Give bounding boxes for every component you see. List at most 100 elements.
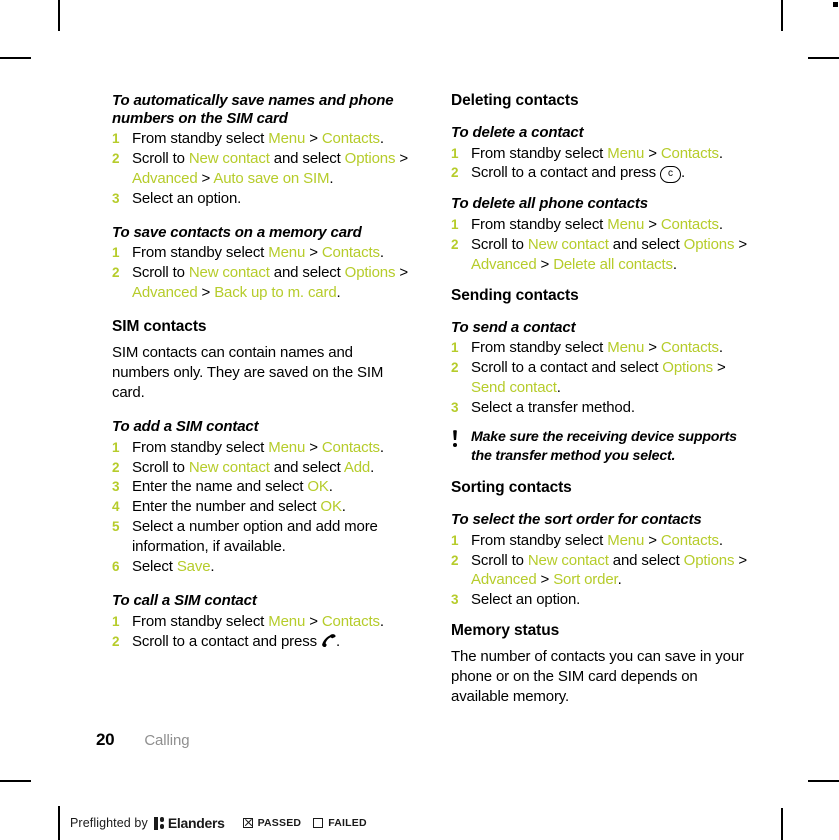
checkbox-checked-icon — [242, 818, 253, 828]
body-text: > — [712, 359, 726, 377]
menu-term: Menu — [607, 216, 645, 234]
crop-mark-bottom-right-horizontal — [808, 780, 839, 782]
menu-term: Options — [683, 235, 735, 253]
procedure-step: Scroll to a contact and press c. — [451, 163, 752, 184]
procedure-step: From standby select Menu > Contacts. — [451, 215, 752, 235]
procedure-heading: To save contacts on a memory card — [112, 223, 362, 241]
body-text: Enter the name and select — [132, 478, 308, 496]
body-text: . — [329, 169, 334, 187]
body-text: and select — [608, 551, 684, 569]
procedure-step: Scroll to a contact and press . — [112, 632, 413, 652]
elanders-logo: Elanders — [153, 815, 225, 831]
procedure-step: Select a transfer method. — [451, 398, 752, 418]
body-text: > — [644, 531, 661, 549]
body-text: > — [305, 244, 322, 262]
body-text: From standby select — [132, 244, 269, 262]
body-text: > — [644, 216, 661, 234]
body-text: . — [718, 531, 723, 549]
menu-term: Menu — [607, 339, 645, 357]
procedure-step: From standby select Menu > Contacts. — [451, 531, 752, 551]
left-column: To automatically save names and phone nu… — [112, 92, 413, 709]
body-text: . — [210, 558, 215, 576]
paragraph: The number of contacts you can save in y… — [451, 648, 744, 706]
body-text: Scroll to — [471, 551, 528, 569]
body-text: > — [644, 339, 661, 357]
body-text: Scroll to a contact and press — [471, 164, 660, 182]
menu-term: Options — [344, 264, 396, 282]
body-text: From standby select — [471, 339, 608, 357]
procedure-heading: To add a SIM contact — [112, 418, 259, 436]
body-text: Scroll to — [132, 264, 189, 282]
procedure-step: Scroll to New contact and select Options… — [112, 263, 413, 303]
elanders-wordmark: Elanders — [167, 815, 225, 831]
body-text: > — [197, 169, 214, 187]
procedure-step: From standby select Menu > Contacts. — [112, 129, 413, 149]
procedure-step: Select a number option and add more info… — [112, 517, 413, 557]
body-text: > — [305, 438, 322, 456]
menu-term: Contacts — [660, 216, 719, 234]
menu-term: OK — [320, 498, 342, 516]
body-text: . — [379, 130, 384, 148]
body-text: . — [370, 458, 375, 476]
chapter-name: Calling — [144, 732, 190, 749]
body-text: > — [644, 144, 661, 162]
paragraph: SIM contacts can contain names and numbe… — [112, 344, 384, 402]
body-text: . — [617, 571, 622, 589]
body-text: Scroll to a contact and select — [471, 359, 663, 377]
menu-term: Send contact — [471, 379, 557, 397]
preflight-passed: PASSED — [242, 817, 302, 829]
procedure-step: Select Save. — [112, 557, 413, 577]
procedure-steps: From standby select Menu > Contacts. Scro… — [112, 438, 413, 578]
note-block: Make sure the receiving device supports … — [451, 428, 752, 465]
procedure-step: From standby select Menu > Contacts. — [451, 338, 752, 358]
procedure-step: Enter the number and select OK. — [112, 497, 413, 517]
body-text: . — [718, 144, 723, 162]
menu-term: OK — [307, 478, 329, 496]
menu-term: Options — [683, 551, 735, 569]
crop-mark-top-left-horizontal — [0, 57, 31, 59]
procedure-heading: To call a SIM contact — [112, 592, 257, 610]
body-text: > — [395, 150, 408, 168]
body-text: and select — [608, 235, 684, 253]
body-text: > — [395, 264, 408, 282]
body-text: Enter the number and select — [132, 498, 321, 516]
body-text: . — [718, 216, 723, 234]
procedure-step: From standby select Menu > Contacts. — [112, 612, 413, 632]
body-text: Scroll to — [471, 235, 528, 253]
page-number: 20 — [96, 730, 115, 749]
body-text: From standby select — [471, 531, 608, 549]
section-heading: Deleting contacts — [451, 92, 579, 109]
crop-mark-bottom-left-horizontal — [0, 780, 31, 782]
body-text: . — [379, 438, 384, 456]
body-text: From standby select — [471, 216, 608, 234]
body-text: > — [305, 612, 322, 630]
menu-term: Auto save on SIM — [213, 169, 330, 187]
section-heading: Memory status — [451, 622, 560, 640]
preflight-bar: Preflighted by Elanders PASSED FAILED — [58, 806, 367, 840]
menu-term: Advanced — [471, 571, 537, 589]
page-footer: 20 Calling — [96, 730, 190, 750]
procedure-steps: From standby select Menu > Contacts. Scro… — [112, 129, 413, 209]
menu-term: Menu — [268, 244, 306, 262]
menu-term: New contact — [188, 458, 270, 476]
body-text: . — [680, 164, 685, 182]
crop-mark-bottom-right-vertical — [781, 808, 783, 840]
procedure-heading: To delete all phone contacts — [451, 195, 648, 213]
menu-term: Advanced — [132, 169, 198, 187]
menu-term: Options — [344, 150, 396, 168]
menu-term: Contacts — [321, 612, 380, 630]
procedure-step: From standby select Menu > Contacts. — [112, 438, 413, 458]
body-text: and select — [269, 458, 344, 476]
failed-label: FAILED — [328, 817, 367, 829]
body-text: From standby select — [132, 438, 269, 456]
body-text: . — [672, 255, 677, 273]
preflight-failed: FAILED — [313, 817, 367, 829]
body-text: Scroll to a contact and press — [132, 632, 321, 650]
passed-label: PASSED — [257, 817, 302, 829]
